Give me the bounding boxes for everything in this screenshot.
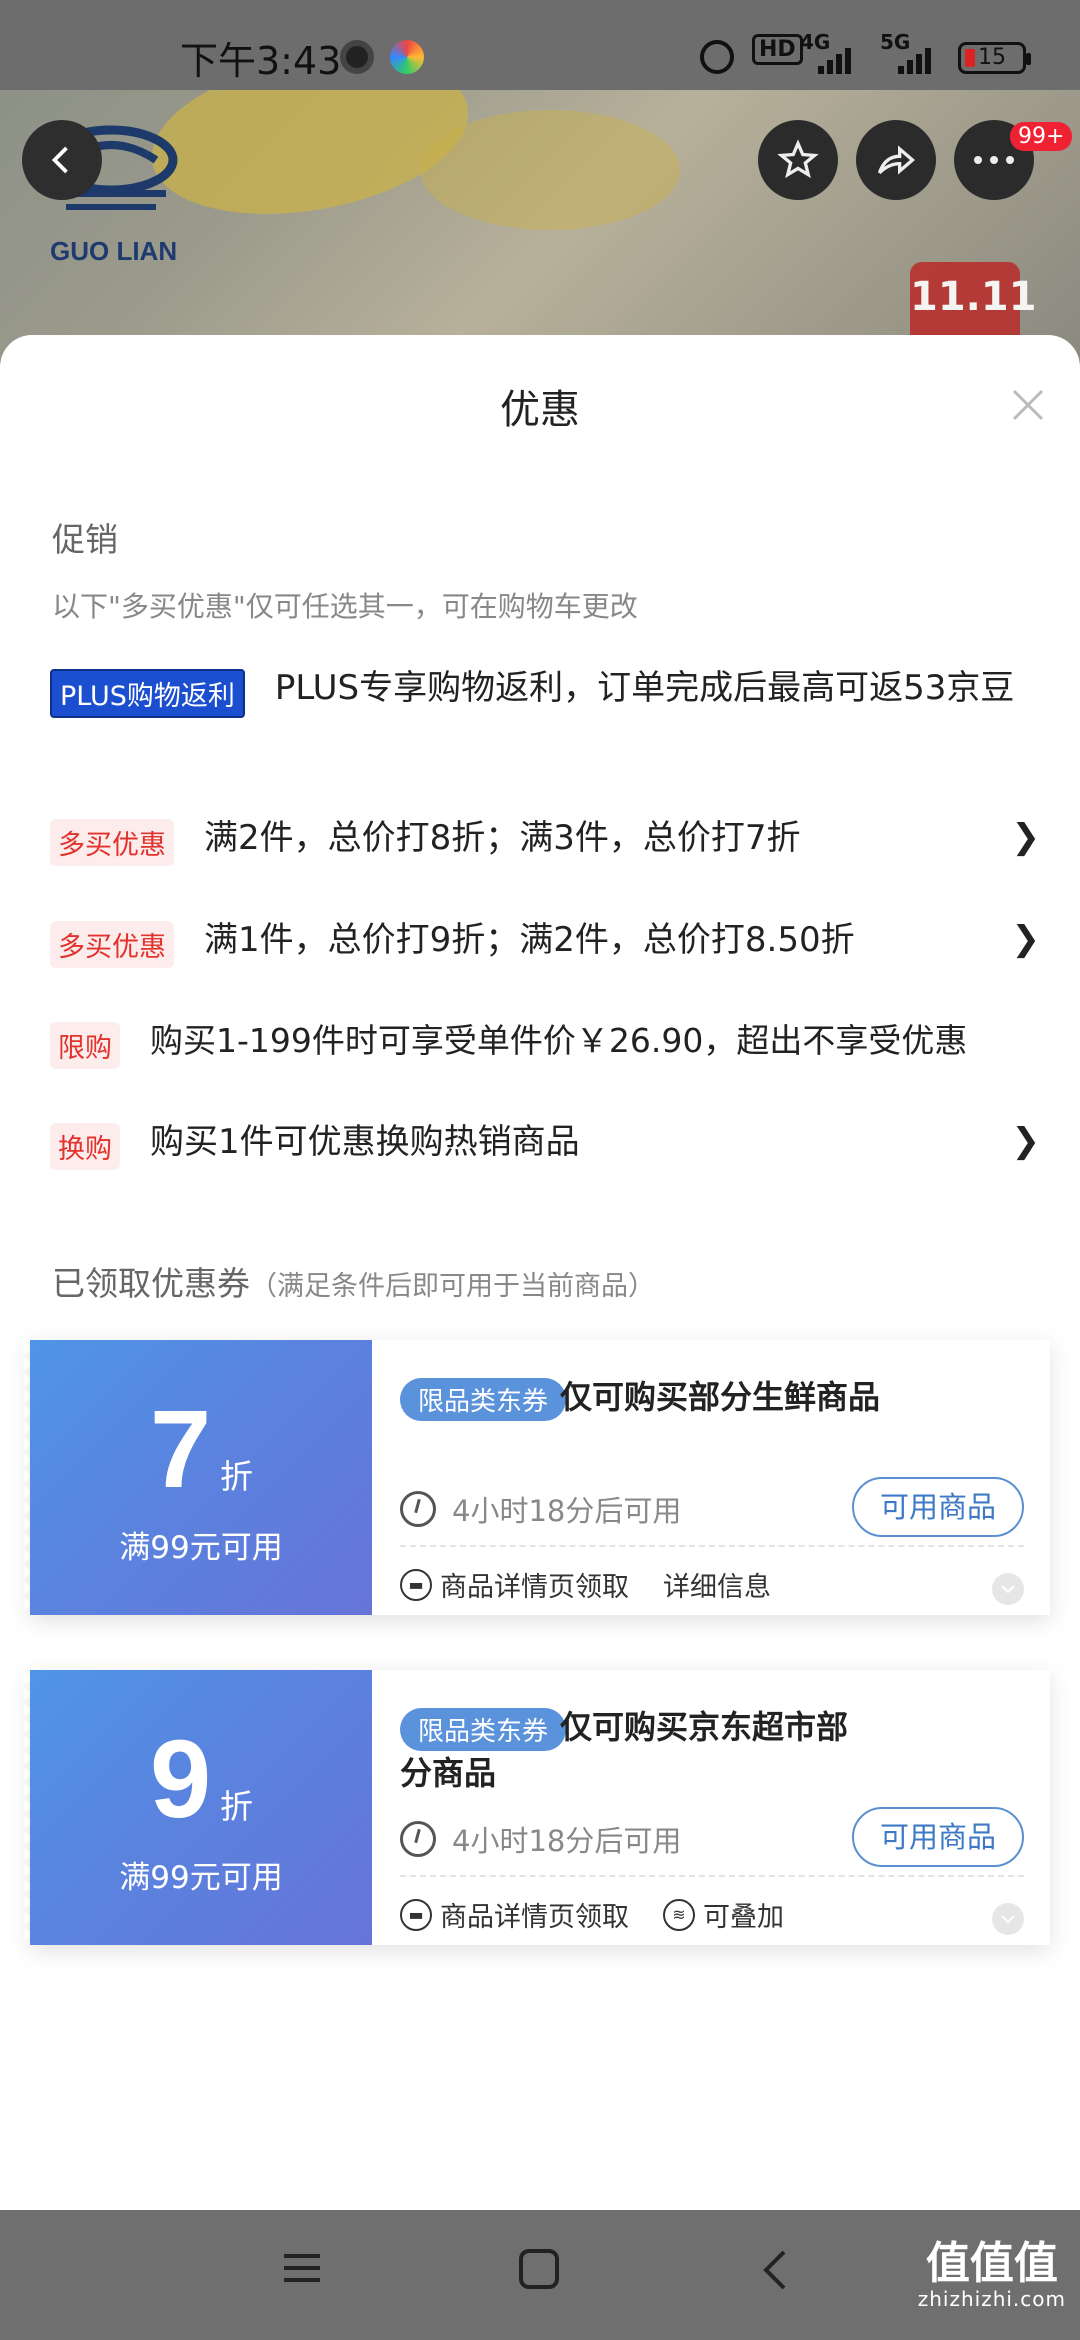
more-dots-icon bbox=[974, 156, 1014, 164]
home-icon[interactable] bbox=[518, 2248, 560, 2290]
promo-1111-badge: 11.11 bbox=[910, 262, 1037, 342]
coupon-section-sub: （满足条件后即可用于当前商品） bbox=[250, 1271, 655, 1302]
battery-icon: 15 bbox=[958, 42, 1031, 74]
category-tag: 限品类东券 bbox=[400, 1378, 567, 1421]
divider bbox=[400, 1545, 1024, 1547]
ticket-icon: ▬ bbox=[400, 1568, 432, 1601]
coupon-unit: 折 bbox=[220, 1457, 253, 1496]
app-notification-icon bbox=[390, 40, 424, 74]
more-badge: 99+ bbox=[1010, 122, 1073, 151]
coupon-description: 仅可购买京东超市部分商品 bbox=[400, 1708, 849, 1793]
plus-rebate-tag: PLUS购物返利 bbox=[50, 669, 245, 718]
coupon-source: 商品详情页领取 bbox=[440, 1902, 629, 1933]
coupon-unit: 折 bbox=[220, 1787, 253, 1826]
chevron-right-icon: ❯ bbox=[1011, 919, 1041, 959]
signal-2-icon bbox=[898, 44, 942, 74]
coupon-meta: ▬ 商品详情页领取 ≋ 可叠加 bbox=[400, 1895, 784, 1934]
coupon-details: 限品类东券 仅可购买部分生鲜商品 4小时18分后可用 可用商品 ▬ 商品详情页领… bbox=[372, 1340, 1050, 1615]
chevron-left-icon bbox=[51, 146, 68, 174]
coupon-card: 9 折 满99元可用 限品类东券 仅可购买京东超市部分商品 4小时18分后可用 … bbox=[24, 1670, 1050, 1945]
coupon-discount: 9 bbox=[150, 1718, 212, 1841]
coupon-card: 7 折 满99元可用 限品类东券 仅可购买部分生鲜商品 4小时18分后可用 可用… bbox=[24, 1340, 1050, 1615]
menu-icon[interactable] bbox=[282, 2248, 322, 2288]
promo-row-multibuy-2[interactable]: 多买优惠 满1件，总价打9折；满2件，总价打8.50折 ❯ bbox=[50, 917, 1040, 968]
clock-icon bbox=[400, 1491, 436, 1527]
multibuy-tag: 多买优惠 bbox=[50, 819, 174, 866]
promo-text: 购买1件可优惠换购热销商品 bbox=[150, 1122, 580, 1162]
coupon-timer: 4小时18分后可用 bbox=[400, 1488, 681, 1530]
exchange-tag: 换购 bbox=[50, 1123, 120, 1170]
coupon-value-panel: 9 折 满99元可用 bbox=[24, 1670, 372, 1945]
alarm-icon bbox=[700, 40, 734, 74]
share-button[interactable] bbox=[856, 120, 936, 200]
sheet-title: 优惠 bbox=[500, 387, 580, 433]
promo-text: 购买1-199件时可享受单件价￥26.90，超出不享受优惠 bbox=[150, 1021, 968, 1060]
watermark-main: 值值值 bbox=[925, 2238, 1058, 2289]
coupon-timer: 4小时18分后可用 bbox=[400, 1818, 681, 1860]
watermark-sub: zhizhizhi.com bbox=[917, 2287, 1066, 2312]
coupon-source: 商品详情页领取 bbox=[440, 1572, 629, 1603]
notification-icon bbox=[340, 40, 374, 74]
promo-text: PLUS专享购物返利，订单完成后最高可返53京豆 bbox=[274, 668, 1015, 708]
coupon-value-panel: 7 折 满99元可用 bbox=[24, 1340, 372, 1615]
promo-row-multibuy-1[interactable]: 多买优惠 满2件，总价打8折；满3件，总价打7折 ❯ bbox=[50, 815, 1040, 866]
available-products-button[interactable]: 可用商品 bbox=[852, 1477, 1024, 1537]
chevron-right-icon: ❯ bbox=[1011, 1121, 1041, 1161]
stack-icon: ≋ bbox=[663, 1898, 695, 1931]
timer-text: 4小时18分后可用 bbox=[452, 1824, 682, 1858]
status-bar: 下午3:43 HD 4G 5G 15 bbox=[0, 0, 1080, 90]
promo-row-limit: 限购 购买1-199件时可享受单件价￥26.90，超出不享受优惠 bbox=[50, 1018, 1040, 1069]
multibuy-tag: 多买优惠 bbox=[50, 921, 174, 968]
promo-text: 满2件，总价打8折；满3件，总价打7折 bbox=[204, 818, 801, 858]
coupon-meta: ▬ 商品详情页领取 详细信息 bbox=[400, 1565, 771, 1604]
coupon-discount: 7 bbox=[150, 1388, 212, 1511]
coupon-condition: 满99元可用 bbox=[119, 1530, 283, 1566]
promo-row-exchange[interactable]: 换购 购买1件可优惠换购热销商品 ❯ bbox=[50, 1119, 1040, 1170]
close-icon[interactable] bbox=[1008, 385, 1048, 425]
share-icon bbox=[877, 145, 916, 175]
coupon-description: 仅可购买部分生鲜商品 bbox=[560, 1378, 881, 1416]
timer-text: 4小时18分后可用 bbox=[452, 1494, 682, 1528]
coupon-condition: 满99元可用 bbox=[119, 1860, 283, 1896]
back-button[interactable] bbox=[22, 120, 102, 200]
promotion-section-label: 促销 bbox=[52, 520, 118, 559]
status-time: 下午3:43 bbox=[180, 39, 342, 83]
promotion-hint: 以下"多买优惠"仅可任选其一，可在购物车更改 bbox=[52, 590, 638, 623]
coupon-section-label: 已领取优惠券（满足条件后即可用于当前商品） bbox=[52, 1257, 655, 1305]
site-watermark: 值值值 zhizhizhi.com bbox=[917, 2238, 1066, 2312]
star-icon bbox=[777, 139, 819, 179]
coupon-details: 限品类东券 仅可购买京东超市部分商品 4小时18分后可用 可用商品 ▬ 商品详情… bbox=[372, 1670, 1050, 1945]
divider bbox=[400, 1875, 1024, 1877]
promo-text: 满1件，总价打9折；满2件，总价打8.50折 bbox=[204, 920, 855, 960]
back-nav-icon[interactable] bbox=[760, 2248, 790, 2292]
favorite-button[interactable] bbox=[758, 120, 838, 200]
expand-chevron-icon[interactable] bbox=[992, 1573, 1024, 1605]
chevron-right-icon: ❯ bbox=[1011, 817, 1041, 857]
expand-chevron-icon[interactable] bbox=[992, 1903, 1024, 1935]
promo-row-plus: PLUS购物返利 PLUS专享购物返利，订单完成后最高可返53京豆 bbox=[50, 665, 1040, 718]
clock-icon bbox=[400, 1821, 436, 1857]
coupon-details-link[interactable]: 详细信息 bbox=[663, 1565, 771, 1604]
ticket-icon: ▬ bbox=[400, 1898, 432, 1931]
signal-1-icon bbox=[818, 44, 862, 74]
available-products-button[interactable]: 可用商品 bbox=[852, 1807, 1024, 1867]
limit-tag: 限购 bbox=[50, 1022, 120, 1069]
coupon-stackable: 可叠加 bbox=[703, 1902, 784, 1933]
coupon-section-title: 已领取优惠券 bbox=[52, 1264, 250, 1303]
hd-label: HD bbox=[752, 34, 803, 65]
discount-sheet: 优惠 促销 以下"多买优惠"仅可任选其一，可在购物车更改 PLUS购物返利 PL… bbox=[0, 335, 1080, 2210]
brand-text: GUO LIAN bbox=[50, 236, 178, 266]
